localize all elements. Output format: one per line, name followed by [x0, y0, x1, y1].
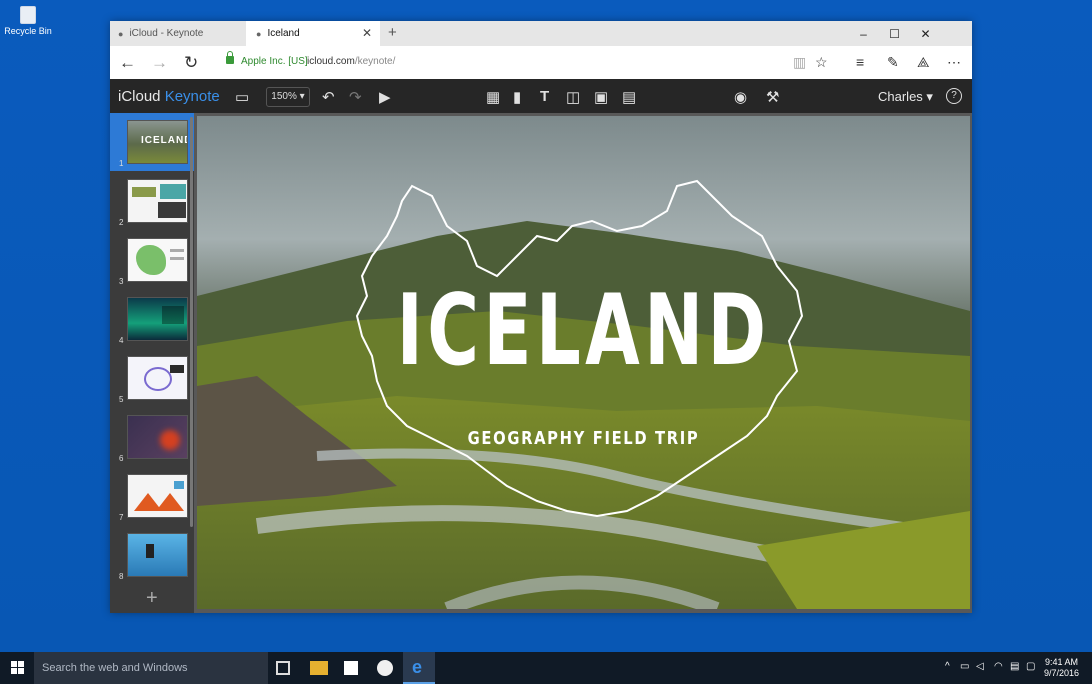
app-brand: iCloud Keynote [118, 88, 220, 105]
slide-number: 1 [119, 159, 124, 168]
taskbar-clock[interactable]: 9:41 AM 9/7/2016 [1044, 657, 1079, 679]
zoom-value: 150% [271, 91, 297, 102]
navigator-scrollbar[interactable] [190, 117, 193, 527]
site-identity[interactable]: Apple Inc. [US] [241, 56, 308, 67]
clock-time: 9:41 AM [1045, 657, 1079, 667]
slide-number: 8 [119, 572, 124, 581]
slide-title[interactable]: ICELAND [305, 274, 862, 388]
user-name: Charles [878, 89, 923, 104]
brand-keynote: Keynote [164, 88, 220, 105]
undo-icon[interactable]: ↶ [322, 88, 335, 106]
table-icon[interactable]: ▦ [486, 88, 500, 106]
redo-icon[interactable]: ↷ [349, 88, 362, 106]
minimize-button[interactable]: – [848, 21, 879, 46]
chart-icon[interactable]: ▮ [513, 88, 521, 106]
close-tab-icon[interactable]: ✕ [362, 26, 372, 40]
more-icon[interactable]: ⋯ [947, 54, 961, 71]
clock-date: 9/7/2016 [1044, 668, 1080, 678]
taskbar: Search the web and Windows e ^ ▭ ◁ ◠ ▤ ▢… [0, 652, 1092, 684]
slide-number: 5 [119, 395, 124, 404]
wifi-icon[interactable]: ◠ [994, 661, 1003, 672]
slide-thumbnail-7[interactable] [127, 474, 188, 518]
battery-icon[interactable]: ▭ [960, 661, 969, 672]
taskbar-search-box[interactable]: Search the web and Windows [34, 652, 268, 684]
slide-thumbnail-2[interactable] [127, 179, 188, 223]
zoom-select[interactable]: 150% ▾ [266, 87, 310, 107]
share-icon[interactable]: ⟁ [917, 54, 930, 71]
tab-label: iCloud - Keynote [129, 28, 204, 39]
edge-taskbar-button[interactable]: e [403, 652, 435, 684]
task-view-icon[interactable] [276, 661, 290, 675]
slide-thumbnail-3[interactable] [127, 238, 188, 282]
address-bar: ← → ↻ Apple Inc. [US] icloud.com/keynote… [110, 46, 972, 80]
windows-start-icon[interactable] [11, 661, 25, 675]
apple-icon: ● [118, 28, 124, 39]
desktop: Recycle Bin ● iCloud - Keynote ● Iceland… [0, 0, 1092, 652]
collaborate-icon[interactable]: ◉ [734, 88, 747, 106]
web-note-icon[interactable]: ✎ [887, 54, 899, 71]
slide-canvas: ICELAND GEOGRAPHY FIELD TRIP [194, 113, 972, 613]
url-host: icloud.com [307, 56, 355, 67]
brand-icloud: iCloud [118, 88, 161, 105]
apple-icon: ● [256, 28, 262, 39]
play-icon[interactable]: ▶ [379, 88, 391, 106]
slide-1-preview[interactable]: ICELAND GEOGRAPHY FIELD TRIP [197, 116, 970, 609]
tab-label: Iceland [267, 28, 300, 39]
itunes-icon[interactable] [377, 660, 393, 676]
shape-icon[interactable]: ◫ [566, 88, 580, 106]
tab-icloud-keynote[interactable]: ● iCloud - Keynote [110, 21, 244, 46]
store-icon[interactable] [344, 661, 358, 675]
slide-number: 6 [119, 454, 124, 463]
maximize-button[interactable]: ☐ [879, 21, 910, 46]
user-menu[interactable]: Charles ▾ [878, 89, 933, 105]
tab-iceland[interactable]: ● Iceland ✕ [246, 21, 380, 46]
keynote-toolbar: iCloud Keynote ▭ 150% ▾ ↶ ↷ ▶ ▦ ▮ T ◫ ▣ … [110, 79, 972, 113]
recycle-bin-icon [20, 6, 36, 24]
slide-number: 7 [119, 513, 124, 522]
text-icon[interactable]: T [540, 88, 549, 105]
slide-thumbnail-1[interactable]: ICELAND [127, 120, 188, 164]
slide-navigator: ICELAND 1 2 3 4 5 6 7 8 + [110, 113, 194, 613]
file-explorer-icon[interactable] [310, 661, 328, 675]
slide-thumbnail-6[interactable] [127, 415, 188, 459]
slide-thumbnail-4[interactable] [127, 297, 188, 341]
recycle-bin-label: Recycle Bin [4, 26, 52, 36]
recycle-bin[interactable]: Recycle Bin [4, 4, 52, 36]
forward-icon[interactable]: → [151, 53, 168, 73]
volume-icon[interactable]: ◁ [976, 661, 984, 672]
help-icon[interactable]: ? [946, 88, 962, 104]
url-path: /keynote/ [354, 56, 396, 67]
slide-number: 3 [119, 277, 124, 286]
hub-icon[interactable]: ≡ [856, 54, 864, 70]
slide-thumbnail-5[interactable] [127, 356, 188, 400]
slide-thumbnail-8[interactable] [127, 533, 188, 577]
url-field[interactable]: icloud.com/keynote/ [307, 56, 395, 67]
comment-icon[interactable]: ▤ [622, 88, 636, 106]
add-slide-button[interactable]: + [146, 587, 158, 610]
tray-chevron-icon[interactable]: ^ [945, 661, 950, 672]
reading-view-icon[interactable]: ▥ [793, 54, 806, 71]
tab-bar: ● iCloud - Keynote ● Iceland ✕ + – ☐ ✕ [110, 21, 972, 46]
new-tab-button[interactable]: + [388, 24, 397, 41]
refresh-icon[interactable]: ↻ [184, 53, 198, 73]
view-icon[interactable]: ▭ [235, 88, 249, 106]
thumb-title: ICELAND [141, 135, 188, 146]
back-icon[interactable]: ← [119, 53, 136, 73]
slide-number: 4 [119, 336, 124, 345]
edge-icon: e [412, 657, 423, 677]
notifications-icon[interactable]: ▢ [1026, 661, 1035, 672]
slide-number: 2 [119, 218, 124, 227]
network-icon[interactable]: ▤ [1010, 661, 1019, 672]
favorite-star-icon[interactable]: ☆ [815, 54, 828, 71]
wrench-icon[interactable]: ⚒ [766, 88, 779, 106]
media-icon[interactable]: ▣ [594, 88, 608, 106]
lock-icon [226, 51, 234, 64]
slide-subtitle[interactable]: GEOGRAPHY FIELD TRIP [267, 428, 901, 449]
close-window-button[interactable]: ✕ [910, 21, 941, 46]
browser-window: ● iCloud - Keynote ● Iceland ✕ + – ☐ ✕ ←… [110, 21, 972, 613]
